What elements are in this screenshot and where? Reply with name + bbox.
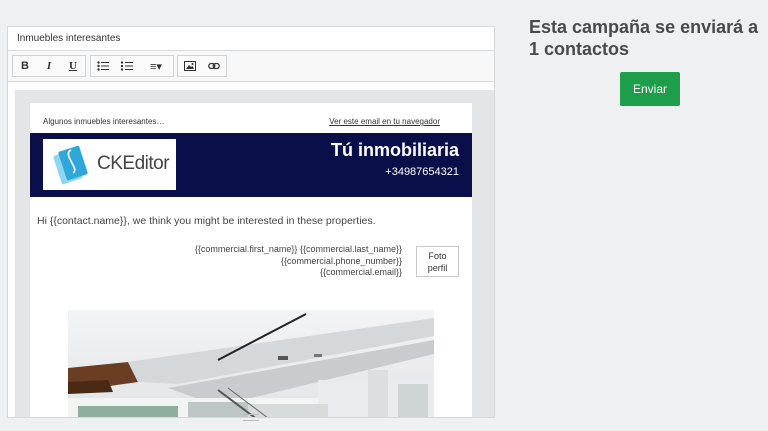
agency-phone: +34987654321 [385, 166, 459, 178]
italic-button[interactable]: I [37, 56, 61, 76]
preheader: Algunos inmuebles interesantes… Ver este… [30, 103, 472, 133]
align-dropdown[interactable]: ≡▾ [139, 56, 173, 76]
resize-handle[interactable] [243, 414, 259, 421]
email-body: Algunos inmuebles interesantes… Ver este… [30, 103, 472, 417]
property-image [68, 310, 434, 417]
logo-text: CKEditor [97, 153, 170, 174]
bulleted-list-icon [97, 61, 109, 71]
editor-toolbar: B I U ≡▾ [8, 51, 494, 82]
send-button[interactable]: Enviar [620, 72, 680, 106]
agency-name: Tú inmobiliaria [330, 140, 459, 160]
profile-photo-placeholder: Foto perfil [416, 246, 459, 277]
header-banner: CKEditor Tú inmobiliaria +34987654321 [30, 133, 472, 197]
preheader-text: Algunos inmuebles interesantes… [43, 117, 165, 126]
underline-button[interactable]: U [61, 56, 85, 76]
campaign-summary: Esta campaña se enviará a 1 contactos [529, 17, 759, 59]
editor-content-area[interactable]: Algunos inmuebles interesantes… Ver este… [15, 90, 494, 417]
commercial-email: {{commercial.email}} [319, 267, 402, 277]
view-in-browser-link[interactable]: Ver este email en tu navegador [329, 117, 440, 126]
list-group: ≡▾ [90, 55, 174, 77]
insert-image-button[interactable] [178, 56, 202, 76]
photo-label-line2: perfil [427, 263, 448, 273]
image-icon [184, 61, 196, 71]
numbered-list-button[interactable] [115, 56, 139, 76]
greeting-text: Hi {{contact.name}}, we think you might … [37, 215, 376, 227]
commercial-info: {{commercial.first_name}} {{commercial.l… [195, 244, 402, 279]
link-icon [208, 62, 220, 70]
format-group: B I U [12, 55, 86, 77]
insert-link-button[interactable] [202, 56, 226, 76]
commercial-phone: {{commercial.phone_number}} [280, 255, 402, 266]
subject-value: Inmuebles interesantes [17, 33, 121, 44]
photo-label-line1: Foto [428, 251, 447, 261]
bold-button[interactable]: B [13, 56, 37, 76]
subject-field[interactable]: Inmuebles interesantes [8, 27, 494, 51]
ckeditor-logo-icon [53, 145, 88, 185]
company-logo: CKEditor [43, 139, 176, 190]
bulleted-list-button[interactable] [91, 56, 115, 76]
property-photo [68, 310, 434, 417]
numbered-list-icon [121, 61, 133, 71]
email-editor: Inmuebles interesantes B I U ≡▾ Algunos … [7, 26, 495, 418]
commercial-name: {{commercial.first_name}} {{commercial.l… [194, 244, 402, 254]
insert-group [177, 55, 227, 77]
